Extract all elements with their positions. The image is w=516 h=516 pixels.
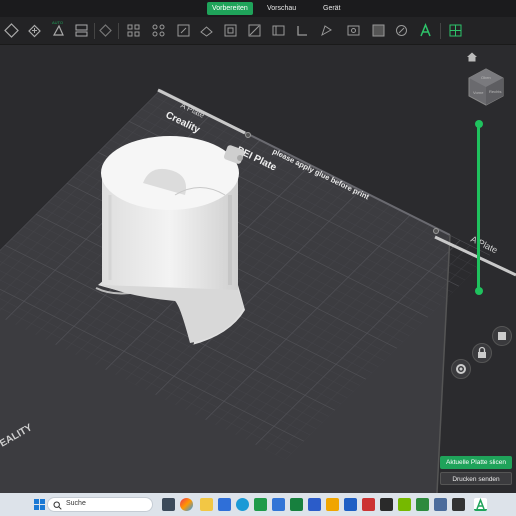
brush-icon[interactable]: [393, 22, 410, 39]
creality-print-icon[interactable]: [474, 497, 487, 511]
copilot-icon[interactable]: [180, 498, 193, 511]
windows-taskbar: Suche: [0, 493, 516, 516]
lock-icon[interactable]: [472, 343, 492, 363]
app-blue-icon[interactable]: [434, 498, 447, 511]
auto-label: AUTO: [52, 20, 64, 25]
variable-layer-icon[interactable]: [370, 22, 387, 39]
cut-icon[interactable]: [246, 22, 263, 39]
taskbar-search-input[interactable]: Suche: [47, 497, 153, 512]
file-explorer-icon[interactable]: [200, 498, 213, 511]
grid-arrange-icon[interactable]: [150, 22, 167, 39]
settings-icon[interactable]: [492, 326, 512, 346]
view-cube-front-label: Vorne: [473, 90, 484, 95]
move-icon[interactable]: [198, 22, 215, 39]
view-cube-top-label: Oben: [481, 75, 491, 80]
app-icon[interactable]: [344, 498, 357, 511]
split-icon[interactable]: [97, 22, 114, 39]
outlook-icon[interactable]: [218, 498, 231, 511]
excel-file-icon[interactable]: [290, 498, 303, 511]
gear-icon[interactable]: [451, 359, 471, 379]
support-paint-icon[interactable]: [294, 22, 311, 39]
tab-preview[interactable]: Vorschau: [262, 2, 301, 15]
layer-slider-bottom-handle[interactable]: [474, 287, 483, 295]
app-gray-icon[interactable]: [452, 498, 465, 511]
toolbar-divider: [118, 23, 119, 39]
rotate-icon[interactable]: [222, 22, 239, 39]
search-icon: [53, 501, 62, 510]
toolbar-divider: [440, 23, 441, 39]
mode-bar: Vorbereiten Vorschau Gerät: [0, 0, 516, 17]
app-dark-icon[interactable]: [380, 498, 393, 511]
word-icon[interactable]: [308, 498, 321, 511]
view-cube[interactable]: Oben Vorne Rechts: [466, 67, 506, 107]
windows-start-icon[interactable]: [34, 499, 45, 510]
nvidia-icon[interactable]: [398, 498, 411, 511]
home-view-icon[interactable]: [466, 50, 478, 62]
scale-icon[interactable]: [175, 22, 192, 39]
build-plate: [0, 88, 516, 493]
layer-slider-top-handle[interactable]: [474, 120, 483, 128]
seam-icon[interactable]: [270, 22, 287, 39]
text-icon[interactable]: [417, 22, 434, 39]
add-plate-icon[interactable]: [26, 22, 43, 39]
edge-icon[interactable]: [236, 498, 249, 511]
search-placeholder: Suche: [66, 500, 86, 507]
main-toolbar: AUTO: [0, 17, 516, 45]
toolbar-divider: [94, 23, 95, 39]
build-plate-scene[interactable]: A Plate Creality PEI Plate please apply …: [0, 45, 516, 493]
store-icon[interactable]: [272, 498, 285, 511]
tab-device[interactable]: Gerät: [318, 2, 346, 15]
task-view-icon[interactable]: [162, 498, 175, 511]
auto-orient-icon[interactable]: AUTO: [50, 20, 67, 39]
excel-icon[interactable]: [254, 498, 267, 511]
color-paint-icon[interactable]: [318, 22, 335, 39]
assembly-icon[interactable]: [447, 22, 464, 39]
layout-grid-icon[interactable]: [125, 22, 142, 39]
send-print-button[interactable]: Drucken senden: [440, 472, 512, 485]
3d-viewport[interactable]: A Plate Creality PEI Plate please apply …: [0, 45, 516, 493]
tab-prepare[interactable]: Vorbereiten: [207, 2, 253, 15]
photos-icon[interactable]: [326, 498, 339, 511]
app-green-icon[interactable]: [416, 498, 429, 511]
app-red-icon[interactable]: [362, 498, 375, 511]
layer-slider-track[interactable]: [477, 123, 480, 291]
view-cube-right-label: Rechts: [489, 89, 502, 94]
measure-icon[interactable]: [345, 22, 362, 39]
arrange-icon[interactable]: [73, 22, 90, 39]
slice-plate-button[interactable]: Aktuelle Platte slicen: [440, 456, 512, 469]
add-object-icon[interactable]: [3, 22, 20, 39]
